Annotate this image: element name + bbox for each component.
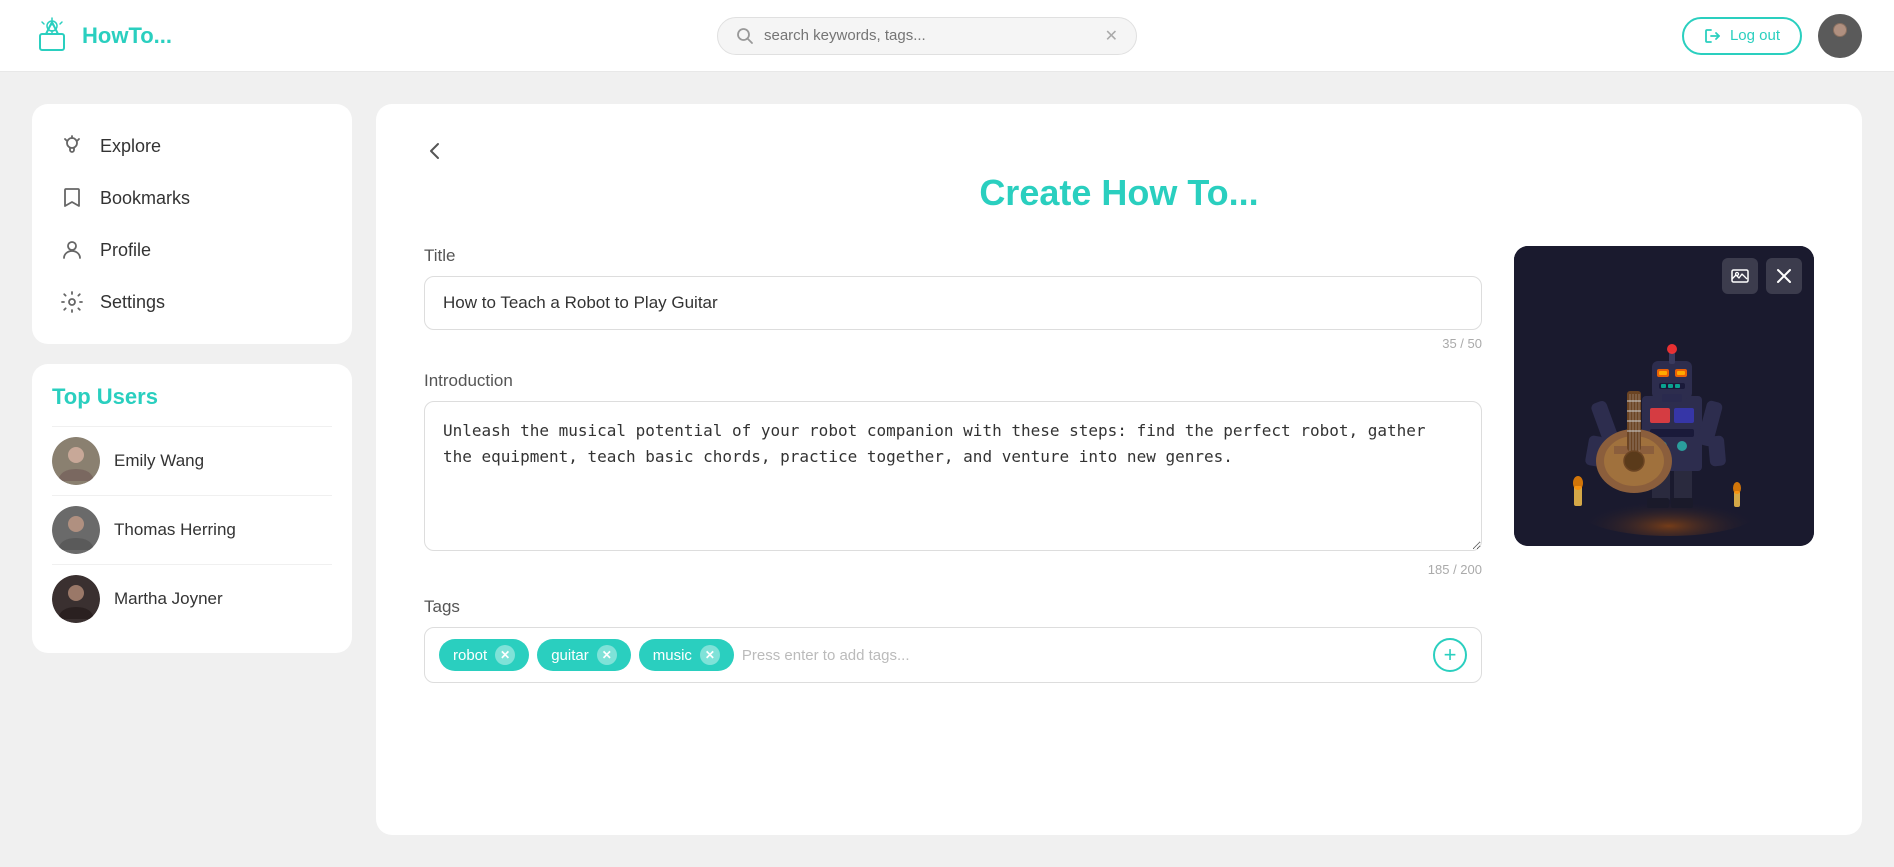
main-content: Create How To... Title 35 / 50 Introduct… [376, 104, 1862, 835]
logout-button[interactable]: Log out [1682, 17, 1802, 55]
tag-remove-button[interactable]: ✕ [700, 645, 720, 665]
image-change-button[interactable] [1722, 258, 1758, 294]
search-input[interactable] [764, 27, 1095, 44]
image-panel [1514, 246, 1814, 546]
back-icon [424, 140, 446, 162]
sidebar-item-profile-label: Profile [100, 240, 151, 261]
app-header: HowTo... ✕ Log out [0, 0, 1894, 72]
image-preview [1514, 246, 1814, 546]
top-users-panel: Top Users Emily Wang [32, 364, 352, 653]
list-item[interactable]: Emily Wang [52, 426, 332, 495]
image-remove-button[interactable] [1766, 258, 1802, 294]
sidebar-item-bookmarks-label: Bookmarks [100, 188, 190, 209]
logout-icon [1704, 27, 1722, 45]
intro-label: Introduction [424, 371, 1482, 391]
title-char-count: 35 / 50 [424, 336, 1482, 351]
list-item[interactable]: Thomas Herring [52, 495, 332, 564]
tag-label: music [653, 647, 692, 664]
bookmark-icon [60, 186, 84, 210]
tag-label: robot [453, 647, 487, 664]
tags-section: Tags robot ✕ guitar ✕ music ✕ [424, 597, 1482, 683]
bulb-icon [60, 134, 84, 158]
user-name: Thomas Herring [114, 520, 236, 540]
search-bar[interactable]: ✕ [717, 17, 1137, 55]
sidebar-item-profile[interactable]: Profile [40, 224, 344, 276]
form-area: Title 35 / 50 Introduction 185 / 200 Tag… [424, 246, 1814, 683]
title-input[interactable] [424, 276, 1482, 330]
sidebar-item-explore-label: Explore [100, 136, 161, 157]
sidebar-item-explore[interactable]: Explore [40, 120, 344, 172]
logo-text: HowTo... [82, 23, 172, 49]
tag-remove-button[interactable]: ✕ [495, 645, 515, 665]
page-title: Create How To... [424, 172, 1814, 214]
intro-section: Introduction 185 / 200 [424, 371, 1482, 577]
clear-search-icon[interactable]: ✕ [1105, 26, 1118, 46]
tag-remove-button[interactable]: ✕ [597, 645, 617, 665]
logo-icon [32, 16, 72, 56]
profile-icon [60, 238, 84, 262]
list-item[interactable]: Martha Joyner [52, 564, 332, 633]
header-right: Log out [1682, 14, 1862, 58]
intro-textarea[interactable] [424, 401, 1482, 551]
sidebar-nav: Explore Bookmarks Profile [32, 104, 352, 344]
user-name: Martha Joyner [114, 589, 223, 609]
intro-char-count: 185 / 200 [424, 562, 1482, 577]
search-icon [736, 27, 754, 45]
avatar [52, 437, 100, 485]
user-name: Emily Wang [114, 451, 204, 471]
title-section: Title 35 / 50 [424, 246, 1482, 351]
user-avatar[interactable] [1818, 14, 1862, 58]
tag-pill: robot ✕ [439, 639, 529, 671]
back-button[interactable] [424, 140, 446, 162]
sidebar-item-settings[interactable]: Settings [40, 276, 344, 328]
top-users-title: Top Users [52, 384, 332, 410]
tag-pill: guitar ✕ [537, 639, 631, 671]
tags-label: Tags [424, 597, 1482, 617]
tags-add-button[interactable]: + [1433, 638, 1467, 672]
image-icon [1731, 267, 1749, 285]
image-controls [1722, 258, 1802, 294]
avatar [52, 575, 100, 623]
settings-icon [60, 290, 84, 314]
tag-label: guitar [551, 647, 589, 664]
sidebar-item-settings-label: Settings [100, 292, 165, 313]
logout-label: Log out [1730, 27, 1780, 44]
form-left: Title 35 / 50 Introduction 185 / 200 Tag… [424, 246, 1482, 683]
tags-placeholder: Press enter to add tags... [742, 647, 1425, 664]
sidebar: Explore Bookmarks Profile [32, 104, 352, 835]
avatar [52, 506, 100, 554]
sidebar-item-bookmarks[interactable]: Bookmarks [40, 172, 344, 224]
main-layout: Explore Bookmarks Profile [0, 72, 1894, 867]
close-icon [1776, 268, 1792, 284]
title-label: Title [424, 246, 1482, 266]
tags-field: robot ✕ guitar ✕ music ✕ Press enter to … [424, 627, 1482, 683]
logo[interactable]: HowTo... [32, 16, 172, 56]
tag-pill: music ✕ [639, 639, 734, 671]
